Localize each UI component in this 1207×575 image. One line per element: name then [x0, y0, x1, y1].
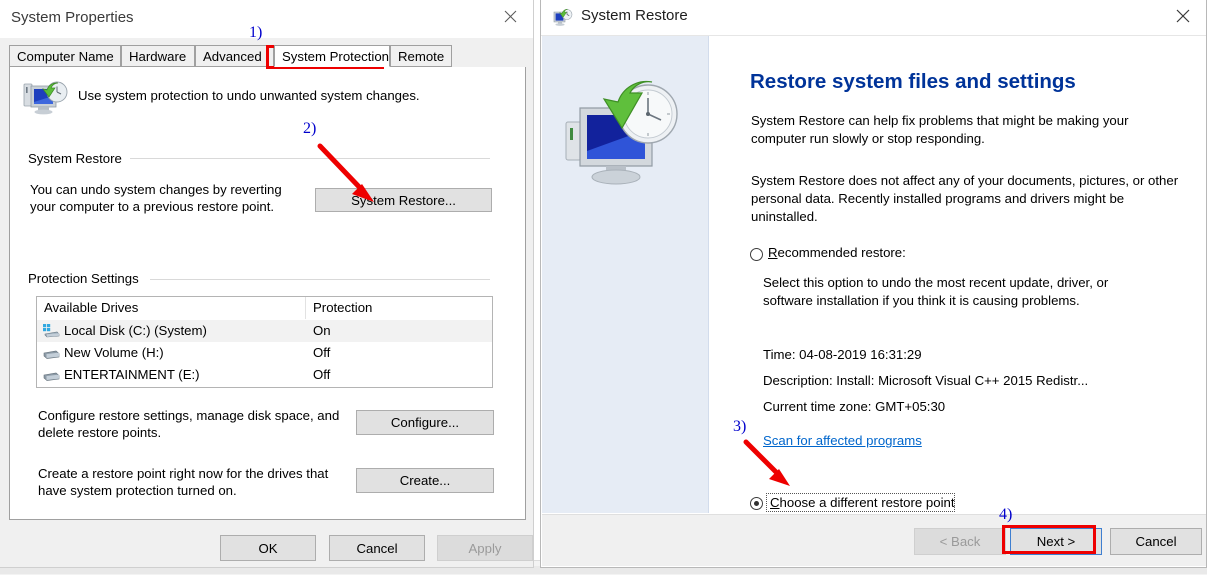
available-drives-list[interactable]: Available Drives Protection Local Disk (… — [36, 296, 493, 388]
system-restore-group-rule — [130, 158, 490, 159]
create-button[interactable]: Create... — [356, 468, 494, 493]
annotation-number-3: 3) — [733, 418, 747, 435]
tab-remote[interactable]: Remote — [390, 45, 452, 67]
recommended-restore-radio[interactable] — [750, 248, 763, 261]
restore-point-time: Time: 04-08-2019 16:31:29 — [763, 347, 922, 362]
annotation-number-1: 1) — [249, 24, 263, 41]
system-properties-window: System Properties Computer Name Hardware… — [0, 0, 534, 568]
protection-settings-group-label: Protection Settings — [28, 271, 145, 286]
system-restore-body: Restore system files and settings System… — [541, 35, 1206, 514]
system-properties-titlebar: System Properties — [0, 0, 533, 38]
drives-column-divider — [305, 297, 306, 319]
table-row[interactable]: ENTERTAINMENT (E:) Off — [37, 364, 492, 386]
recommended-restore-label-text: ecommended restore: — [777, 245, 906, 260]
column-header-protection[interactable]: Protection — [313, 300, 372, 315]
hard-drive-icon — [42, 345, 60, 361]
back-button: < Back — [914, 528, 1006, 555]
restore-point-timezone: Current time zone: GMT+05:30 — [763, 399, 946, 414]
tab-hardware[interactable]: Hardware — [121, 45, 195, 67]
restore-clock-monitor-illustration — [560, 78, 692, 196]
create-description: Create a restore point right now for the… — [38, 466, 329, 498]
column-header-available-drives[interactable]: Available Drives — [44, 300, 138, 315]
recommended-restore-label[interactable]: Recommended restore: — [768, 245, 906, 260]
drive-protection-state: Off — [313, 367, 331, 382]
table-row[interactable]: Local Disk (C:) (System) On — [37, 320, 492, 342]
system-restore-group-label: System Restore — [28, 151, 128, 166]
protection-settings-group-rule — [150, 279, 490, 280]
annotation-number-4: 4) — [999, 506, 1013, 523]
system-restore-sidebar — [542, 36, 709, 513]
intro-paragraph-2: System Restore does not affect any of yo… — [751, 173, 1179, 224]
choose-different-restore-point-radio[interactable] — [750, 497, 763, 510]
next-button[interactable]: Next > — [1010, 528, 1102, 555]
system-restore-footer: < Back Next > Cancel — [542, 514, 1206, 566]
drives-list-header: Available Drives Protection — [37, 297, 492, 320]
system-restore-window: System Restore Restore system files and … — [540, 0, 1207, 568]
system-restore-description: You can undo system changes by reverting… — [30, 182, 282, 214]
cancel-button[interactable]: Cancel — [1110, 528, 1202, 555]
system-restore-button[interactable]: System Restore... — [315, 188, 492, 212]
drive-protection-state: Off — [313, 345, 331, 360]
page-title: Restore system files and settings — [750, 69, 1076, 93]
system-restore-title: System Restore — [581, 7, 688, 24]
restore-point-description: Description: Install: Microsoft Visual C… — [763, 373, 1089, 388]
close-icon[interactable] — [487, 0, 533, 32]
tab-computer-name[interactable]: Computer Name — [9, 45, 121, 67]
system-properties-title: System Properties — [11, 9, 134, 26]
configure-button[interactable]: Configure... — [356, 410, 494, 435]
apply-button: Apply — [437, 535, 533, 561]
annotation-number-2: 2) — [303, 120, 317, 137]
system-restore-icon — [553, 8, 573, 27]
windows-system-drive-icon — [42, 323, 60, 339]
system-restore-content: Restore system files and settings System… — [710, 36, 1204, 513]
choose-different-restore-point-label[interactable]: Choose a different restore point — [770, 495, 955, 510]
system-properties-tabstrip: Computer Name Hardware Advanced System P… — [9, 45, 526, 69]
drive-protection-state: On — [313, 323, 331, 338]
drive-name: Local Disk (C:) (System) — [64, 323, 207, 338]
cancel-button[interactable]: Cancel — [329, 535, 425, 561]
tab-system-protection[interactable]: System Protection — [274, 45, 390, 67]
system-protection-description: Use system protection to undo unwanted s… — [78, 88, 420, 103]
drive-name: ENTERTAINMENT (E:) — [64, 367, 200, 382]
recommended-restore-description: Select this option to undo the most rece… — [763, 275, 1109, 308]
tab-advanced[interactable]: Advanced — [195, 45, 274, 67]
drive-name: New Volume (H:) — [64, 345, 164, 360]
system-restore-titlebar: System Restore — [541, 0, 1206, 35]
table-row[interactable]: New Volume (H:) Off — [37, 342, 492, 364]
configure-description: Configure restore settings, manage disk … — [38, 408, 340, 440]
ok-button[interactable]: OK — [220, 535, 316, 561]
system-protection-icon — [22, 78, 70, 120]
intro-paragraph-1: System Restore can help fix problems tha… — [751, 113, 1129, 146]
close-icon[interactable] — [1160, 0, 1206, 31]
system-protection-tabpage: Use system protection to undo unwanted s… — [9, 67, 526, 520]
hard-drive-icon — [42, 367, 60, 383]
choose-different-restore-point-label-text: hoose a different restore point — [779, 495, 955, 510]
scan-for-affected-programs-link[interactable]: Scan for affected programs — [763, 433, 922, 448]
